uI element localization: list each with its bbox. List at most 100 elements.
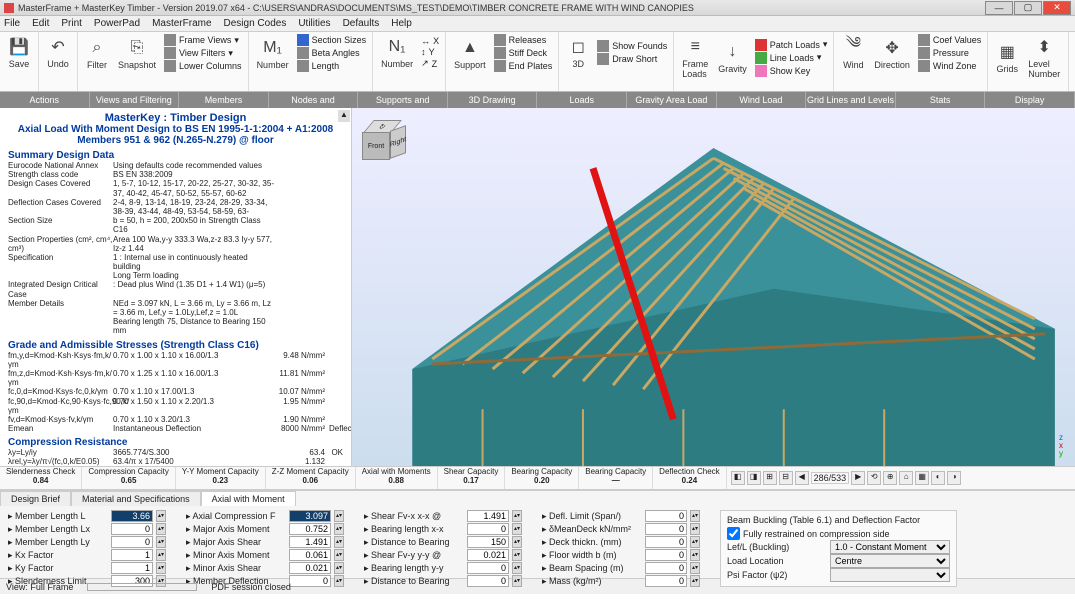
tab-loads[interactable]: Loads	[537, 92, 627, 108]
lef-select[interactable]: 1.0 - Constant Moment	[830, 540, 950, 554]
field-input[interactable]	[467, 510, 509, 522]
z-coord-button[interactable]: ↗ Z	[421, 58, 439, 69]
tool-icon[interactable]: ▦	[915, 471, 929, 485]
tab-gravity-area-load[interactable]: Gravity Area Load	[627, 92, 717, 108]
tab-views-and-filtering[interactable]: Views and Filtering	[90, 92, 180, 108]
spinner-icon[interactable]: ▴▾	[512, 523, 522, 535]
spinner-icon[interactable]: ▴▾	[690, 562, 700, 574]
field-input[interactable]	[289, 510, 331, 522]
patch-loads-button[interactable]: Patch Loads ▾	[755, 39, 828, 51]
scroll-up-icon[interactable]: ▲	[338, 110, 350, 122]
field-input[interactable]	[645, 562, 687, 574]
spinner-icon[interactable]: ▴▾	[334, 549, 344, 561]
tab-stats[interactable]: Stats	[896, 92, 986, 108]
line-loads-button[interactable]: Line Loads ▾	[755, 52, 828, 64]
spinner-icon[interactable]: ▴▾	[156, 510, 166, 522]
field-input[interactable]	[289, 523, 331, 535]
grids-button[interactable]: ▦Grids	[994, 39, 1020, 76]
3d-button[interactable]: ◻3D	[565, 34, 591, 71]
3d-viewport[interactable]: ↻ Front Right z x y	[352, 108, 1075, 466]
tab-wind-load[interactable]: Wind Load	[717, 92, 807, 108]
field-input[interactable]	[467, 536, 509, 548]
tab-grid-lines-and-levels[interactable]: Grid Lines and Levels	[806, 92, 896, 108]
menu-masterframe[interactable]: MasterFrame	[152, 18, 211, 29]
tab-3d-drawing[interactable]: 3D Drawing	[448, 92, 538, 108]
level-number-button[interactable]: ⬍Level Number	[1026, 34, 1062, 81]
menu-edit[interactable]: Edit	[32, 18, 49, 29]
lower-columns-button[interactable]: Lower Columns	[164, 60, 242, 72]
tab-supports-and-restraints[interactable]: Supports and Restraints	[358, 92, 448, 108]
view-filters-button[interactable]: View Filters ▾	[164, 47, 242, 59]
maximize-button[interactable]: ▢	[1014, 1, 1042, 15]
menu-utilities[interactable]: Utilities	[298, 18, 330, 29]
load-location-select[interactable]: Centre	[830, 554, 950, 568]
tool-icon[interactable]: ⌂	[899, 471, 913, 485]
tool-icon[interactable]: ⟲	[867, 471, 881, 485]
menu-file[interactable]: File	[4, 18, 20, 29]
spinner-icon[interactable]: ▴▾	[512, 510, 522, 522]
spinner-icon[interactable]: ▴▾	[156, 562, 166, 574]
field-input[interactable]	[467, 562, 509, 574]
tool-icon[interactable]: ⊟	[779, 471, 793, 485]
menu-print[interactable]: Print	[61, 18, 82, 29]
spinner-icon[interactable]: ▴▾	[334, 536, 344, 548]
lower-tab[interactable]: Axial with Moment	[201, 491, 296, 506]
tab-actions[interactable]: Actions	[0, 92, 90, 108]
spinner-icon[interactable]: ▴▾	[156, 536, 166, 548]
minimize-button[interactable]: —	[985, 1, 1013, 15]
gravity-button[interactable]: ↓Gravity	[716, 39, 749, 76]
field-input[interactable]	[111, 523, 153, 535]
snapshot-button[interactable]: ⎘Snapshot	[116, 35, 158, 72]
end-plates-button[interactable]: End Plates	[494, 60, 553, 72]
show-key-button[interactable]: Show Key	[755, 65, 828, 77]
field-input[interactable]	[645, 523, 687, 535]
draw-short-button[interactable]: Draw Short	[597, 53, 667, 65]
field-input[interactable]	[645, 510, 687, 522]
prev-page-button[interactable]: ◀	[795, 471, 809, 485]
tool-icon[interactable]: ◑	[947, 471, 961, 485]
tab-members[interactable]: Members	[179, 92, 269, 108]
save-button[interactable]: 💾Save	[6, 34, 32, 71]
menu-design codes[interactable]: Design Codes	[224, 18, 287, 29]
length-button[interactable]: Length	[297, 60, 367, 72]
undo-button[interactable]: ↶Undo	[45, 34, 71, 71]
field-input[interactable]	[467, 549, 509, 561]
menu-help[interactable]: Help	[391, 18, 412, 29]
field-input[interactable]	[289, 562, 331, 574]
section-sizes-button[interactable]: Section Sizes	[297, 34, 367, 46]
spinner-icon[interactable]: ▴▾	[690, 575, 700, 587]
spinner-icon[interactable]: ▴▾	[512, 575, 522, 587]
spinner-icon[interactable]: ▴▾	[512, 549, 522, 561]
menu-defaults[interactable]: Defaults	[343, 18, 380, 29]
wind-button[interactable]: ༄Wind	[840, 35, 866, 72]
y-coord-button[interactable]: ↕ Y	[421, 47, 439, 57]
field-input[interactable]	[111, 562, 153, 574]
restrained-checkbox[interactable]: Fully restrained on compression side	[727, 527, 950, 540]
field-input[interactable]	[289, 549, 331, 561]
field-input[interactable]	[645, 575, 687, 587]
tool-icon[interactable]: ◧	[731, 471, 745, 485]
field-input[interactable]	[111, 510, 153, 522]
frame-loads-button[interactable]: ≡Frame Loads	[680, 34, 710, 81]
spinner-icon[interactable]: ▴▾	[334, 575, 344, 587]
beta-angles-button[interactable]: Beta Angles	[297, 47, 367, 59]
x-coord-button[interactable]: ↔ X	[421, 36, 439, 46]
field-input[interactable]	[645, 549, 687, 561]
spinner-icon[interactable]: ▴▾	[512, 562, 522, 574]
tool-icon[interactable]: ⊞	[763, 471, 777, 485]
stiff-deck-button[interactable]: Stiff Deck	[494, 47, 553, 59]
field-input[interactable]	[111, 536, 153, 548]
support-button[interactable]: ▲Support	[452, 35, 488, 72]
wind-zone-button[interactable]: Wind Zone	[918, 60, 981, 72]
filter-button[interactable]: ⌕Filter	[84, 35, 110, 72]
lower-tab[interactable]: Design Brief	[0, 491, 71, 506]
field-input[interactable]	[645, 536, 687, 548]
spinner-icon[interactable]: ▴▾	[334, 562, 344, 574]
field-input[interactable]	[289, 536, 331, 548]
spinner-icon[interactable]: ▴▾	[334, 523, 344, 535]
node-number-button[interactable]: N₁Number	[379, 34, 415, 71]
tool-icon[interactable]: ◐	[931, 471, 945, 485]
next-page-button[interactable]: ▶	[851, 471, 865, 485]
frame-views-button[interactable]: Frame Views ▾	[164, 34, 242, 46]
field-input[interactable]	[289, 575, 331, 587]
